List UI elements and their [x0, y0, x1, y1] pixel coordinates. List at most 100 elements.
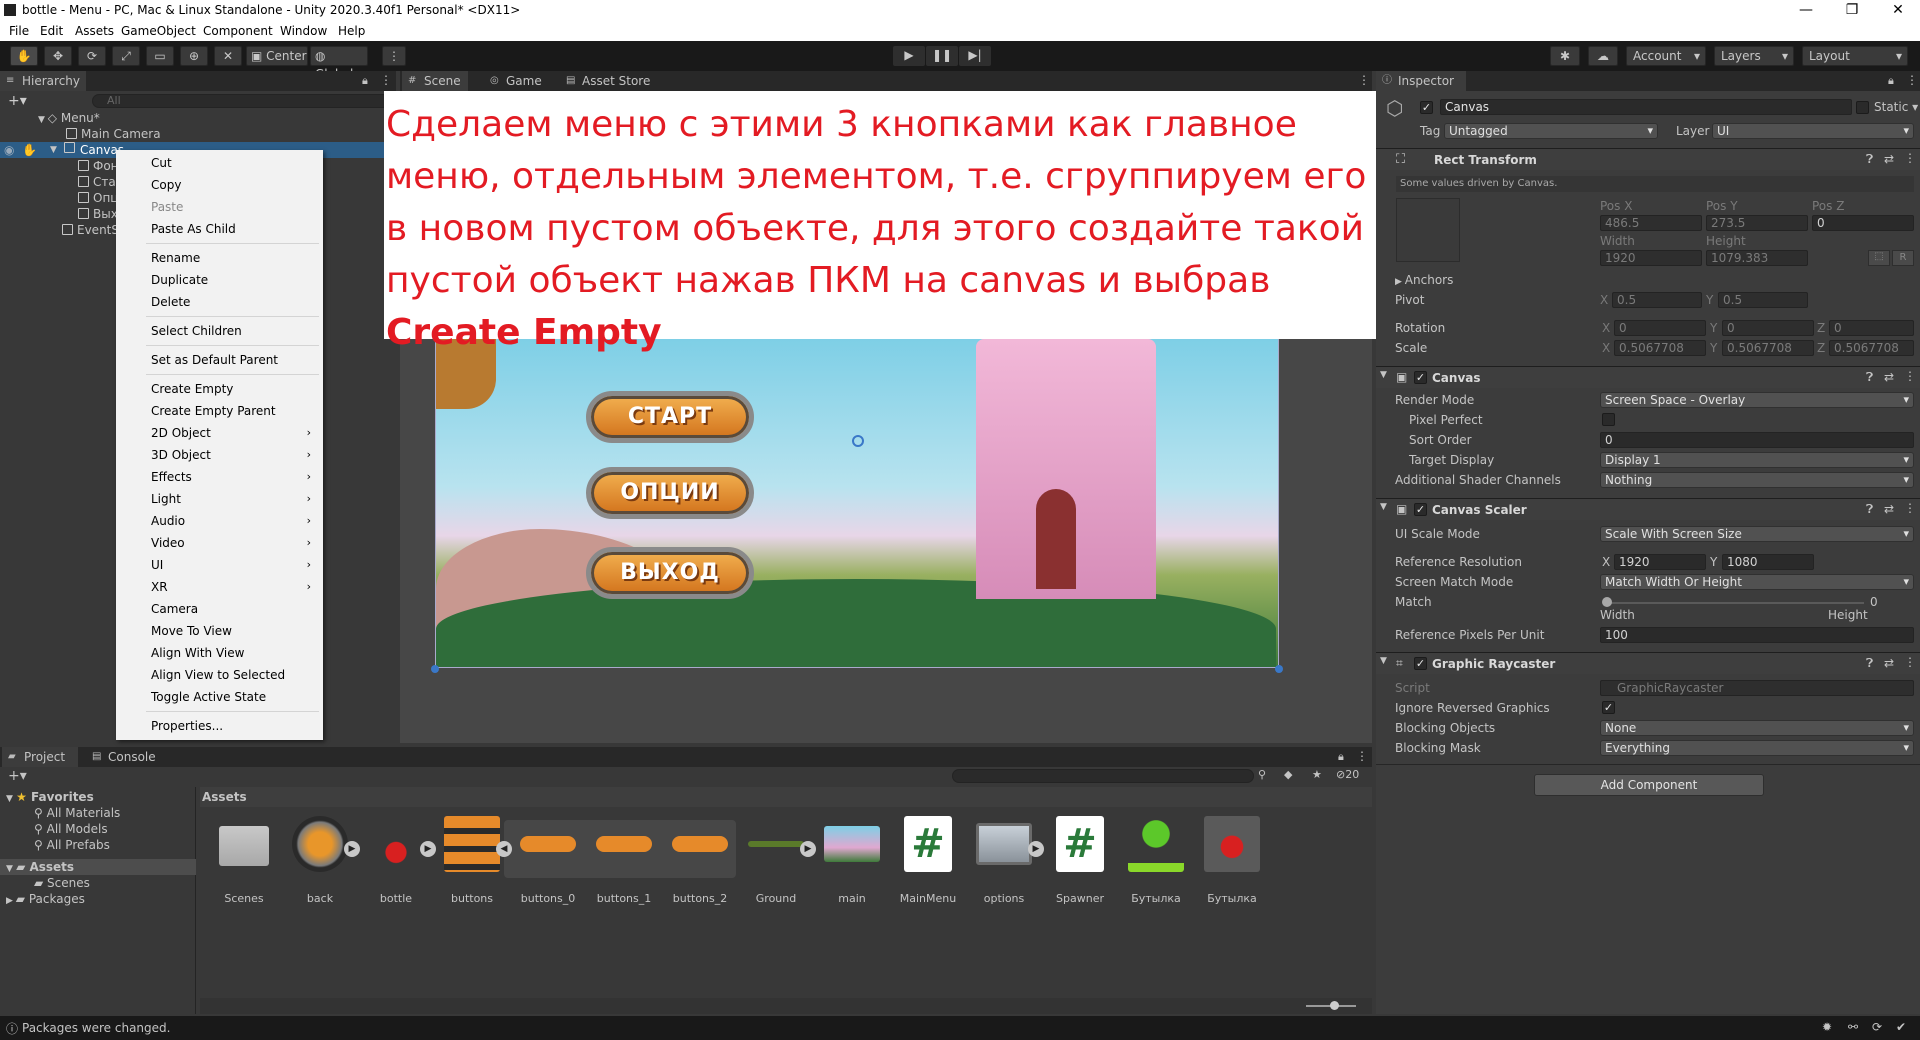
asset-scenes-folder[interactable]: Scenes: [214, 816, 274, 905]
menu-item-properties[interactable]: Properties...: [116, 716, 323, 736]
blueprint-mode-icon[interactable]: ⬚: [1868, 250, 1890, 266]
menu-item-align-with-view[interactable]: Align With View: [116, 643, 323, 663]
menu-item-2d-object[interactable]: 2D Object ›: [116, 423, 323, 443]
menu-item-xr[interactable]: XR ›: [116, 577, 323, 597]
pixels-per-unit-field[interactable]: 100: [1600, 627, 1914, 643]
rect-transform-header[interactable]: ⛶ Rect Transform ❓︎ ⇄ ⋮: [1376, 148, 1920, 170]
scenes-folder[interactable]: ▰ Scenes: [34, 875, 90, 891]
lock-icon[interactable]: 🔒︎: [362, 74, 368, 88]
menu-item-delete[interactable]: Delete: [116, 292, 323, 312]
component-enabled-checkbox[interactable]: ✓: [1414, 657, 1427, 670]
lock-icon[interactable]: 🔒︎: [1888, 74, 1894, 88]
menu-window[interactable]: Window: [280, 24, 327, 38]
match-slider-thumb[interactable]: [1602, 597, 1612, 607]
asset-options[interactable]: options: [974, 816, 1034, 905]
check-icon[interactable]: ✔: [1896, 1020, 1906, 1034]
rotate-tool-icon[interactable]: ⟳: [78, 46, 106, 66]
menu-item-create-empty-parent[interactable]: Create Empty Parent: [116, 401, 323, 421]
target-display-dropdown[interactable]: Display 1: [1600, 452, 1914, 468]
rect-tool-icon[interactable]: ▭: [146, 46, 174, 66]
graphic-raycaster-header[interactable]: ▼ ⌗ ✓ Graphic Raycaster ❓︎ ⇄ ⋮: [1376, 652, 1920, 674]
menu-item-cut[interactable]: Cut: [116, 153, 323, 173]
search-by-label-icon[interactable]: ◆: [1284, 768, 1292, 781]
hierarchy-item-exit[interactable]: Вых: [78, 206, 118, 222]
raw-edit-button[interactable]: R: [1892, 250, 1914, 266]
menu-item-camera[interactable]: Camera: [116, 599, 323, 619]
tab-scene[interactable]: # Scene: [402, 71, 468, 91]
menu-item-select-children[interactable]: Select Children: [116, 321, 323, 341]
menu-item-set-default-parent[interactable]: Set as Default Parent: [116, 350, 323, 370]
transform-tool-icon[interactable]: ⊕: [180, 46, 208, 66]
pivot-center-toggle[interactable]: ▣ Center: [246, 46, 308, 66]
tab-asset-store[interactable]: ▤ Asset Store: [560, 71, 670, 91]
account-dropdown[interactable]: Account ▾: [1626, 46, 1706, 66]
help-icon[interactable]: ❓︎: [1866, 502, 1873, 517]
menu-item-toggle-active-state[interactable]: Toggle Active State: [116, 687, 323, 707]
expand-sprite-icon[interactable]: ▶: [800, 841, 816, 857]
help-icon[interactable]: ❓︎: [1866, 152, 1873, 167]
tab-game[interactable]: ◎ Game: [484, 71, 550, 91]
pivot-handle-icon[interactable]: [852, 435, 864, 447]
visibility-eye-icon[interactable]: ◉: [4, 142, 14, 158]
reference-y-field[interactable]: 1080: [1722, 554, 1814, 570]
anchor-presets-icon[interactable]: [1396, 198, 1460, 262]
sort-order-field[interactable]: 0: [1600, 432, 1914, 448]
assets-breadcrumb[interactable]: Assets: [200, 787, 1372, 807]
tag-dropdown[interactable]: Untagged: [1444, 123, 1658, 139]
asset-main[interactable]: main: [822, 816, 882, 905]
assets-folder[interactable]: ▼ ▰ Assets: [0, 859, 196, 875]
maximize-button[interactable]: ❐: [1829, 0, 1875, 21]
hierarchy-scene-row[interactable]: ▼ ◇ Menu*: [38, 110, 396, 126]
menu-item-audio[interactable]: Audio ›: [116, 511, 323, 531]
asset-bottle[interactable]: bottle: [366, 816, 426, 905]
help-icon[interactable]: ❓︎: [1866, 656, 1873, 671]
menu-item-create-empty[interactable]: Create Empty: [116, 379, 323, 399]
hierarchy-item-eventsystem[interactable]: EventS: [62, 222, 119, 238]
menu-item-rename[interactable]: Rename: [116, 248, 323, 268]
asset-buttons-0[interactable]: buttons_0: [518, 816, 578, 905]
preset-icon[interactable]: ⇄: [1884, 152, 1894, 166]
static-checkbox[interactable]: [1856, 101, 1869, 114]
canvas-scaler-header[interactable]: ▼ ▣ ✓ Canvas Scaler ❓︎ ⇄ ⋮: [1376, 498, 1920, 520]
component-enabled-checkbox[interactable]: ✓: [1414, 503, 1427, 516]
hierarchy-item-fon[interactable]: Фон: [78, 158, 119, 174]
move-tool-icon[interactable]: ✥: [44, 46, 72, 66]
lock-icon[interactable]: 🔒︎: [1338, 750, 1344, 764]
more-icon[interactable]: ⋮: [1906, 73, 1918, 87]
favorite-all-prefabs[interactable]: ⚲ All Prefabs: [34, 837, 110, 853]
blocking-objects-dropdown[interactable]: None: [1600, 720, 1914, 736]
favorites-folder[interactable]: ▼ ★ Favorites: [6, 789, 94, 805]
preset-icon[interactable]: ⇄: [1884, 370, 1894, 384]
pause-button[interactable]: ❚❚: [926, 46, 958, 66]
asset-buttons-1[interactable]: buttons_1: [594, 816, 654, 905]
collab-icon[interactable]: ✱: [1550, 46, 1580, 66]
asset-buttons-2[interactable]: buttons_2: [670, 816, 730, 905]
step-button[interactable]: ▶|: [959, 46, 991, 66]
zoom-slider-thumb[interactable]: [1330, 1001, 1339, 1010]
layout-dropdown[interactable]: Layout ▾: [1802, 46, 1908, 66]
pos-z-field[interactable]: 0: [1812, 215, 1914, 231]
menu-item-3d-object[interactable]: 3D Object ›: [116, 445, 323, 465]
add-icon[interactable]: +▾: [8, 768, 27, 784]
favorite-star-icon[interactable]: ★: [1312, 768, 1322, 781]
menu-item-align-view-to-selected[interactable]: Align View to Selected: [116, 665, 323, 685]
more-icon[interactable]: ⋮: [1904, 501, 1916, 515]
bug-icon[interactable]: ✹: [1822, 1020, 1832, 1034]
menu-assets[interactable]: Assets: [75, 24, 114, 38]
menu-help[interactable]: Help: [338, 24, 365, 38]
options-game-button[interactable]: ОПЦИИ: [586, 467, 754, 519]
favorite-all-materials[interactable]: ⚲ All Materials: [34, 805, 120, 821]
pickable-hand-icon[interactable]: ✋: [22, 142, 37, 158]
custom-tool-icon[interactable]: ✕: [214, 46, 242, 66]
match-slider-track[interactable]: [1606, 602, 1864, 604]
progress-icon[interactable]: ⚯: [1848, 1020, 1858, 1034]
more-icon[interactable]: ⋮: [1904, 369, 1916, 383]
more-icon[interactable]: ⋮: [1356, 749, 1368, 763]
layers-dropdown[interactable]: Layers ▾: [1714, 46, 1794, 66]
ui-scale-mode-dropdown[interactable]: Scale With Screen Size: [1600, 526, 1914, 542]
menu-item-paste-as-child[interactable]: Paste As Child: [116, 219, 323, 239]
start-game-button[interactable]: СТАРТ: [586, 391, 754, 443]
cloud-icon[interactable]: ☁: [1588, 46, 1618, 66]
ignore-reversed-checkbox[interactable]: ✓: [1602, 701, 1615, 714]
auto-refresh-icon[interactable]: ⟳: [1872, 1020, 1882, 1034]
